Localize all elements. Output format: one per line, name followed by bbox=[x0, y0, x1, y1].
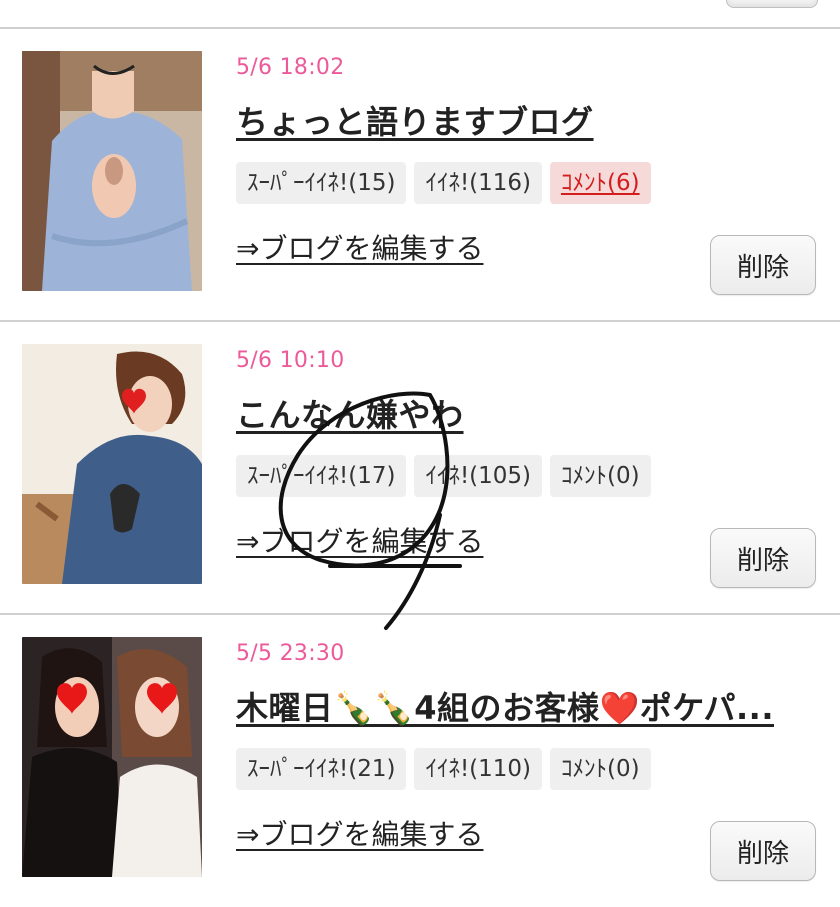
reaction-badges: ｽｰﾊﾟｰｲｲﾈ!(21) ｲｲﾈ!(110) ｺﾒﾝﾄ(0) bbox=[236, 748, 651, 790]
post-date: 5/6 18:02 bbox=[236, 55, 345, 80]
comment-count-link[interactable]: ｺﾒﾝﾄ(6) bbox=[550, 162, 651, 204]
post-thumbnail[interactable] bbox=[22, 344, 202, 584]
super-like-count: ｽｰﾊﾟｰｲｲﾈ!(17) bbox=[236, 455, 407, 497]
post-title-link[interactable]: ちょっと語りますブログ bbox=[236, 97, 594, 143]
like-count: ｲｲﾈ!(116) bbox=[414, 162, 543, 204]
reaction-badges: ｽｰﾊﾟｰｲｲﾈ!(15) ｲｲﾈ!(116) ｺﾒﾝﾄ(6) bbox=[236, 162, 651, 204]
thumbnail-image bbox=[22, 51, 202, 291]
post-date: 5/6 10:10 bbox=[236, 348, 345, 373]
blog-post-item: 5/5 23:30 木曜日🍾🍾4組のお客様❤️ポケパ... ｽｰﾊﾟｰｲｲﾈ!(… bbox=[0, 615, 840, 907]
post-thumbnail[interactable] bbox=[22, 51, 202, 291]
edit-blog-link[interactable]: ⇒ブログを編集する bbox=[236, 813, 483, 853]
delete-button[interactable]: 削除 bbox=[710, 235, 816, 295]
previous-delete-button[interactable] bbox=[726, 0, 818, 8]
post-title-link[interactable]: こんなん嫌やわ bbox=[236, 390, 464, 436]
edit-blog-link[interactable]: ⇒ブログを編集する bbox=[236, 520, 483, 560]
comment-count[interactable]: ｺﾒﾝﾄ(0) bbox=[550, 455, 651, 497]
reaction-badges: ｽｰﾊﾟｰｲｲﾈ!(17) ｲｲﾈ!(105) ｺﾒﾝﾄ(0) bbox=[236, 455, 651, 497]
super-like-count: ｽｰﾊﾟｰｲｲﾈ!(21) bbox=[236, 748, 407, 790]
edit-blog-link[interactable]: ⇒ブログを編集する bbox=[236, 227, 483, 267]
post-thumbnail[interactable] bbox=[22, 637, 202, 877]
comment-count[interactable]: ｺﾒﾝﾄ(0) bbox=[550, 748, 651, 790]
thumbnail-image bbox=[22, 637, 202, 877]
post-date: 5/5 23:30 bbox=[236, 641, 345, 666]
like-count: ｲｲﾈ!(110) bbox=[414, 748, 543, 790]
thumbnail-image bbox=[22, 344, 202, 584]
post-title-link[interactable]: 木曜日🍾🍾4組のお客様❤️ポケパ... bbox=[236, 683, 774, 729]
delete-button[interactable]: 削除 bbox=[710, 821, 816, 881]
blog-post-item: 5/6 10:10 こんなん嫌やわ ｽｰﾊﾟｰｲｲﾈ!(17) ｲｲﾈ!(105… bbox=[0, 322, 840, 614]
delete-button[interactable]: 削除 bbox=[710, 528, 816, 588]
like-count: ｲｲﾈ!(105) bbox=[414, 455, 543, 497]
super-like-count: ｽｰﾊﾟｰｲｲﾈ!(15) bbox=[236, 162, 407, 204]
blog-post-item: 5/6 18:02 ちょっと語りますブログ ｽｰﾊﾟｰｲｲﾈ!(15) ｲｲﾈ!… bbox=[0, 29, 840, 321]
